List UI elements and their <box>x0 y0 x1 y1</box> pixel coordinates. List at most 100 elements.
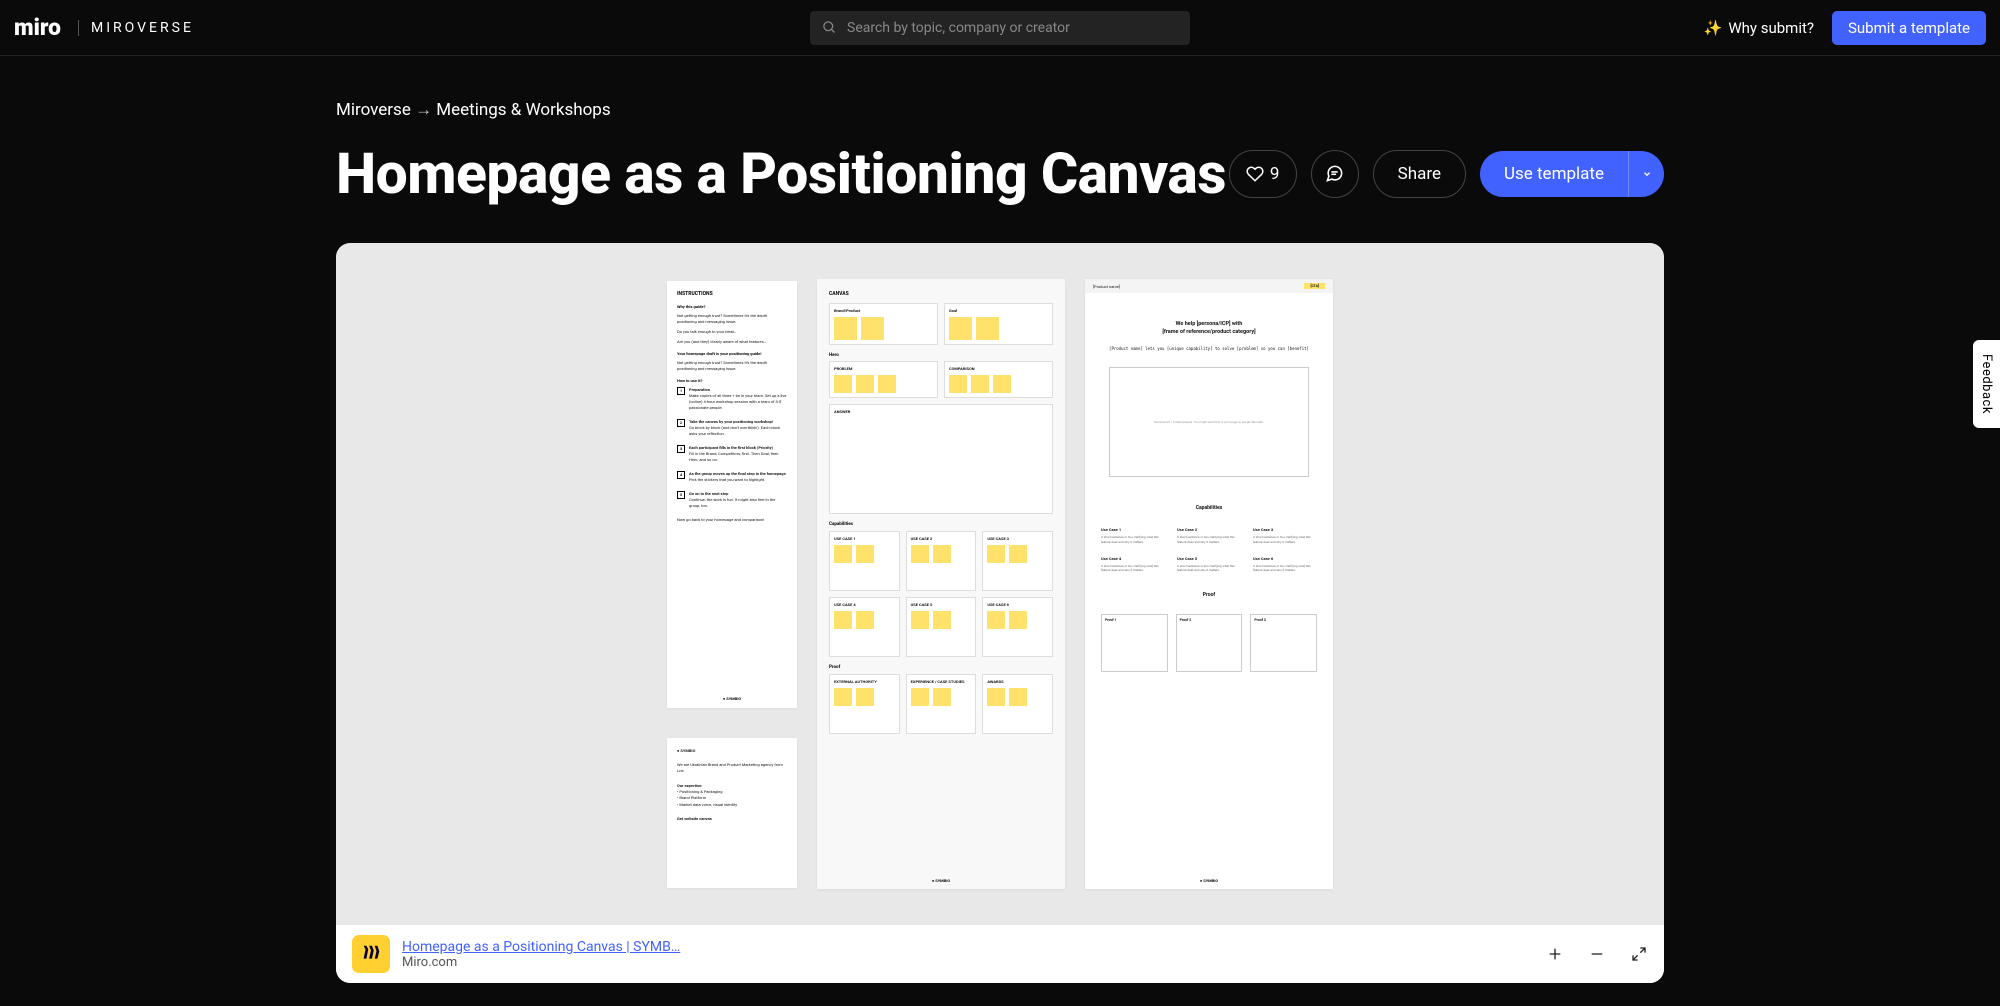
hp-uc-title: Use Case 3 <box>1253 527 1317 532</box>
hp-hero: We help [persona/ICP] with [frame of ref… <box>1101 321 1317 336</box>
why-p1: Not getting enough trust? Sometimes it's… <box>677 313 787 325</box>
symbio-skill3: • Market data voice, visual identity <box>677 802 787 808</box>
actions: 9 Share Use template <box>1229 150 1664 198</box>
symbio-p1: We are Ukrainian Brand and Product Marke… <box>677 762 787 775</box>
step: 3Each participant fills in the first blo… <box>677 445 787 463</box>
hp-uc-title: Use Case 2 <box>1177 527 1241 532</box>
instructions-panel[interactable]: INSTRUCTIONS Why this guide? Not getting… <box>667 281 797 708</box>
brand-box: Brand/Product <box>829 303 938 345</box>
miro-logo-icon: miro <box>14 14 70 42</box>
breadcrumb: Miroverse → Meetings & Workshops <box>336 100 1664 120</box>
hp-proof-box: Proof 1 <box>1101 614 1168 672</box>
symbio-contact: Get website canvas <box>677 816 787 822</box>
cap-title: USE CASE 1 <box>834 536 895 541</box>
hp-placeholder: Social proof / trusted people. You might… <box>1109 367 1309 477</box>
hp-body: We help [persona/ICP] with [frame of ref… <box>1085 293 1333 682</box>
like-count: 9 <box>1270 164 1280 184</box>
zoom-in-button[interactable] <box>1546 945 1564 963</box>
step-p: Fill in the Brand, Competitors, first. T… <box>689 451 787 463</box>
brand-h: Brand/Product <box>834 308 933 313</box>
search-input[interactable] <box>847 20 1178 36</box>
hp-proof-h: Proof <box>1101 592 1317 598</box>
feedback-tab[interactable]: Feedback <box>1973 340 2000 428</box>
symbio-panel[interactable]: ● SYMBIO We are Ukrainian Brand and Prod… <box>667 738 797 888</box>
hp-proof-title: Proof 1 <box>1105 618 1164 622</box>
cap-box: USE CASE 1 <box>829 531 900 591</box>
hp-uc-title: Use Case 6 <box>1253 556 1317 561</box>
proof-title: EXTERNAL AUTHORITY <box>834 679 895 684</box>
hp-usecase: Use Case 5A short sentence or two clarif… <box>1177 556 1241 572</box>
goal-h: Goal <box>949 308 1048 313</box>
hp-usecase: Use Case 3 A short sentence or two clarif… <box>1253 527 1317 543</box>
share-button[interactable]: Share <box>1373 150 1466 198</box>
goal-box: Goal <box>944 303 1053 345</box>
why-submit-label: Why submit? <box>1728 19 1814 37</box>
canvas-frame: INSTRUCTIONS Why this guide? Not getting… <box>336 243 1664 983</box>
step-num: 5 <box>677 491 685 499</box>
hp-hero-2: [frame of reference/product category] <box>1101 329 1317 337</box>
cap-title: USE CASE 3 <box>987 536 1048 541</box>
step: 5Go on to the next stepContinue, the wor… <box>677 491 787 509</box>
why-p3: Are you (and they) clearly aware of what… <box>677 339 787 345</box>
cap-box: USE CASE 2 <box>906 531 977 591</box>
proof-h: Proof <box>829 665 1053 670</box>
search-icon <box>822 20 837 35</box>
use-template-dropdown[interactable] <box>1628 151 1664 197</box>
cap-title: USE CASE 2 <box>911 536 972 541</box>
bb-right <box>1546 945 1648 963</box>
answer-box: ANSWER <box>829 404 1053 514</box>
logo[interactable]: miro MIROVERSE <box>14 14 194 42</box>
hp-uc-title: Use Case 4 <box>1101 556 1165 561</box>
hero-h: Hero <box>829 353 1053 358</box>
step-num: 1 <box>677 387 685 395</box>
comment-button[interactable] <box>1311 150 1359 198</box>
board-source: Miro.com <box>402 955 680 970</box>
hp-product-name: [Product name] <box>1093 284 1120 289</box>
canvas-bottombar: Homepage as a Positioning Canvas | SYMB…… <box>336 925 1664 983</box>
search-bar[interactable] <box>810 11 1190 45</box>
how-heading: How to use it? <box>677 378 787 384</box>
cap-box: USE CASE 5 <box>906 597 977 657</box>
fullscreen-button[interactable] <box>1630 945 1648 963</box>
header-left: miro MIROVERSE <box>14 14 194 42</box>
proof-title: AWARDS <box>987 679 1048 684</box>
minus-icon <box>1589 946 1605 962</box>
hp-hero-1: We help [persona/ICP] with <box>1101 321 1317 329</box>
miroverse-wordmark: MIROVERSE <box>78 20 194 36</box>
homepage-panel[interactable]: [Product name] [CTA] We help [persona/IC… <box>1085 279 1333 889</box>
hp-uc-desc: A short sentence or two clarifying what … <box>1253 564 1317 572</box>
canvas-viewport[interactable]: INSTRUCTIONS Why this guide? Not getting… <box>336 243 1664 925</box>
canvas-panel[interactable]: CANVAS Brand/Product Goal Hero PROBLEM <box>817 279 1065 889</box>
hp-usecase: Use Case 2 A short sentence or two clarif… <box>1177 527 1241 543</box>
problem-box: PROBLEM <box>829 361 938 398</box>
zoom-out-button[interactable] <box>1588 945 1606 963</box>
miro-board-logo-icon <box>352 935 390 973</box>
hp-cta: [CTA] <box>1304 283 1325 289</box>
step-num: 3 <box>677 445 685 453</box>
hp-uc-desc: A short sentence or two clarifying what … <box>1177 535 1241 543</box>
caps-h: Capabilities <box>829 522 1053 527</box>
bb-text: Homepage as a Positioning Canvas | SYMB…… <box>402 939 680 970</box>
hp-usecase: Use Case 6 A short sentence or two clarif… <box>1253 556 1317 572</box>
heart-icon <box>1246 165 1264 183</box>
cap-title: USE CASE 5 <box>911 602 972 607</box>
why-p2: Do you talk enough to your ideal… <box>677 329 787 335</box>
hp-header: [Product name] [CTA] <box>1085 279 1333 293</box>
use-template-button[interactable]: Use template <box>1480 151 1628 197</box>
breadcrumb-category[interactable]: Meetings & Workshops <box>436 100 610 120</box>
why-submit-link[interactable]: ✨ Why submit? <box>1704 19 1814 37</box>
cap-box: USE CASE 6 <box>982 597 1053 657</box>
submit-template-button[interactable]: Submit a template <box>1832 11 1986 45</box>
breadcrumb-root[interactable]: Miroverse <box>336 100 411 120</box>
like-button[interactable]: 9 <box>1229 150 1297 198</box>
step: 4As the group moves up the final step in… <box>677 471 787 483</box>
hp-usecase: Use Case 4 A short sentence or two clarif… <box>1101 556 1165 572</box>
hp-uc-desc: A short sentence or two clarifying what … <box>1253 535 1317 543</box>
left-column: INSTRUCTIONS Why this guide? Not getting… <box>667 281 797 888</box>
hp-uc-desc: A short sentence or two clarifying what … <box>1101 564 1165 572</box>
board-title-link[interactable]: Homepage as a Positioning Canvas | SYMB… <box>402 939 680 955</box>
step-p: Go block by block (and don't overthink!)… <box>689 425 787 437</box>
cap-title: USE CASE 4 <box>834 602 895 607</box>
chevron-down-icon <box>1642 169 1652 179</box>
pos-p: Not getting enough trust? Sometimes it's… <box>677 360 787 372</box>
